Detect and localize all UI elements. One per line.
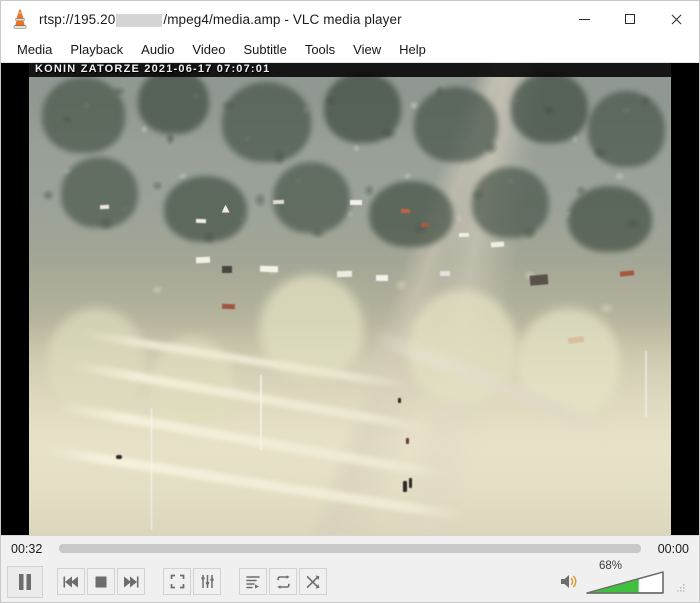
maximize-button[interactable] — [607, 1, 653, 37]
loop-button[interactable] — [269, 568, 297, 595]
volume-triangle-track — [586, 570, 664, 594]
menu-item-video[interactable]: Video — [183, 39, 234, 60]
building-roof — [272, 199, 285, 205]
fullscreen-icon — [170, 574, 185, 589]
menu-bar: Media Playback Audio Video Subtitle Tool… — [1, 37, 699, 63]
building-roof — [420, 223, 429, 228]
embankment-ridge — [56, 401, 451, 481]
lamp-post — [260, 374, 262, 451]
pedestrian-figure — [398, 398, 402, 404]
vlc-cone-icon — [9, 8, 31, 30]
previous-button[interactable] — [57, 568, 85, 595]
volume-slider[interactable]: 68% — [585, 560, 667, 595]
view-buttons — [163, 568, 223, 595]
tree-clump — [568, 185, 652, 252]
building-roof — [99, 204, 109, 209]
embankment-ridge — [43, 445, 464, 522]
previous-icon — [63, 575, 79, 589]
pedestrian-figure — [115, 454, 122, 459]
fullscreen-button[interactable] — [163, 568, 191, 595]
playlist-icon — [245, 575, 261, 589]
tree-clump — [221, 81, 312, 163]
pedestrian-figure — [409, 478, 413, 489]
building-roof — [221, 265, 232, 273]
camera-osd-text: KONIN ZATORZE 2021-06-17 07:07:01 — [35, 63, 271, 75]
playlist-button[interactable] — [239, 568, 267, 595]
maximize-icon — [625, 14, 635, 24]
menu-item-tools[interactable]: Tools — [296, 39, 344, 60]
window-title: rtsp://195.20/mpeg4/media.amp - VLC medi… — [39, 12, 402, 27]
extended-settings-button[interactable] — [193, 568, 221, 595]
shuffle-icon — [306, 574, 321, 589]
title-bar: rtsp://195.20/mpeg4/media.amp - VLC medi… — [1, 1, 699, 37]
video-output-area[interactable]: KONIN ZATORZE 2021-06-17 07:07:01 — [1, 63, 699, 535]
menu-item-media[interactable]: Media — [8, 39, 61, 60]
play-pause-button[interactable] — [7, 565, 43, 598]
building-roof — [529, 274, 549, 287]
building-roof — [260, 265, 279, 273]
shuffle-button[interactable] — [299, 568, 327, 595]
building-roof — [375, 275, 388, 282]
tree-clump — [587, 91, 665, 167]
tree-clump — [48, 308, 145, 413]
tree-clump — [41, 77, 126, 153]
tree-clump — [138, 67, 209, 134]
lamp-post — [645, 350, 647, 417]
pause-icon — [17, 573, 33, 591]
menu-item-help[interactable]: Help — [390, 39, 435, 60]
close-icon — [670, 13, 682, 25]
stop-icon — [94, 575, 108, 589]
pedestrian-figure — [402, 480, 407, 492]
building-roof — [195, 218, 206, 223]
elapsed-time-label: 00:32 — [11, 541, 43, 556]
stop-button[interactable] — [87, 568, 115, 595]
video-frame: KONIN ZATORZE 2021-06-17 07:07:01 — [29, 63, 671, 535]
transport-buttons — [57, 568, 147, 595]
building-roof — [221, 303, 235, 309]
building-roof — [350, 199, 362, 205]
tree-clump — [414, 86, 498, 163]
window-controls — [561, 1, 699, 37]
loop-icon — [276, 574, 291, 589]
equalizer-icon — [200, 574, 215, 589]
building-roof — [439, 270, 450, 276]
control-bar: 68% — [1, 560, 699, 602]
tree-clump — [471, 166, 549, 238]
next-button[interactable] — [117, 568, 145, 595]
seek-slider[interactable] — [59, 544, 641, 553]
building-roof — [337, 270, 353, 277]
window-title-suffix: /mpeg4/media.amp - VLC media player — [163, 11, 402, 27]
speaker-icon[interactable] — [559, 572, 579, 592]
building-roof — [195, 256, 211, 263]
menu-item-view[interactable]: View — [344, 39, 390, 60]
tree-clump — [324, 72, 402, 144]
vlc-main-window: rtsp://195.20/mpeg4/media.amp - VLC medi… — [0, 0, 700, 603]
close-button[interactable] — [653, 1, 699, 37]
tree-clump — [369, 181, 453, 248]
remaining-time-label: 00:00 — [657, 541, 689, 556]
next-icon — [123, 575, 139, 589]
redacted-host-block — [116, 13, 163, 27]
menu-item-playback[interactable]: Playback — [61, 39, 132, 60]
minimize-icon — [578, 18, 590, 20]
tree-clump — [163, 176, 248, 243]
building-roof — [459, 232, 470, 237]
window-title-prefix: rtsp://195.20 — [39, 11, 116, 27]
pedestrian-figure — [406, 438, 410, 445]
tree-clump — [510, 72, 588, 144]
seek-bar-row: 00:32 00:00 — [1, 535, 699, 561]
tree-clump — [61, 157, 139, 229]
menu-item-subtitle[interactable]: Subtitle — [234, 39, 295, 60]
building-roof — [491, 241, 505, 248]
lamp-post — [150, 407, 153, 531]
volume-control: 68% — [559, 560, 691, 595]
building-roof — [401, 209, 411, 214]
menu-item-audio[interactable]: Audio — [132, 39, 183, 60]
tree-clump — [272, 162, 350, 233]
minimize-button[interactable] — [561, 1, 607, 37]
title-bar-left: rtsp://195.20/mpeg4/media.amp - VLC medi… — [1, 8, 561, 30]
playlist-buttons — [239, 568, 329, 595]
resize-grip-icon[interactable] — [675, 581, 687, 593]
building-roof — [619, 269, 634, 277]
